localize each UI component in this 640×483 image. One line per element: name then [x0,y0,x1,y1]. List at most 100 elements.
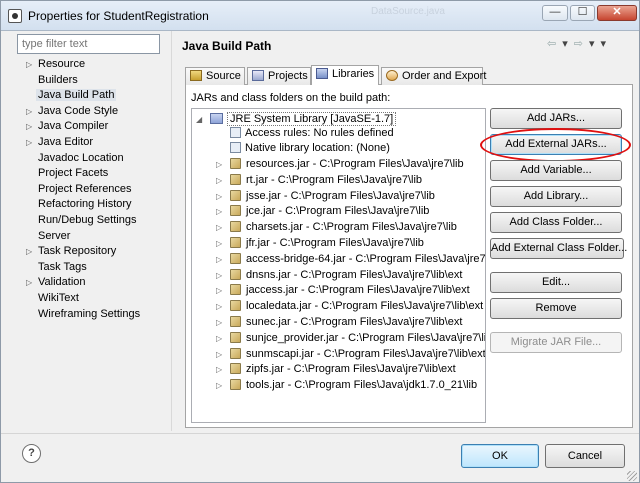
add-variable-button[interactable]: Add Variable... [490,160,622,181]
nav-item-run-debug-settings[interactable]: Run/Debug Settings [38,213,136,228]
jar-icon [230,284,241,296]
jar-entry-label: sunec.jar - C:\Program Files\Java\jre7\l… [246,316,463,328]
forward-arrow-icon[interactable]: ⇨ [574,37,583,50]
jar-entry[interactable]: ▷ sunjce_provider.jar - C:\Program Files\… [216,331,485,346]
expand-arrow-icon[interactable]: ▷ [216,173,226,188]
tab-projects[interactable]: Projects [247,67,311,85]
expand-arrow-icon[interactable]: ▷ [216,268,226,283]
edit-button[interactable]: Edit... [490,272,622,293]
forward-menu-icon[interactable]: ▾ [589,37,595,50]
nav-item-label: Java Compiler [38,120,109,133]
add-external-class-folder-button[interactable]: Add External Class Folder... [490,238,627,259]
close-button[interactable]: ✕ [597,5,637,21]
nav-item-server[interactable]: Server [38,229,70,244]
nav-item-task-repository[interactable]: ▷ Task Repository [26,244,116,259]
filter-input[interactable] [17,34,160,54]
nav-item-builders[interactable]: Builders [38,73,78,88]
jar-entry[interactable]: ▷ zipfs.jar - C:\Program Files\Java\jre7\… [216,362,456,377]
native-library-node[interactable]: Native library location: (None) [230,141,390,156]
expand-arrow-icon[interactable]: ▷ [216,189,226,204]
expand-arrow-icon[interactable]: ▷ [26,119,36,134]
jre-system-library-node[interactable]: ◢ JRE System Library [JavaSE-1.7] [196,112,397,127]
properties-dialog: Properties for StudentRegistration DataS… [0,0,640,483]
add-library-button[interactable]: Add Library... [490,186,622,207]
expand-arrow-icon[interactable]: ▷ [216,283,226,298]
maximize-button[interactable]: ☐ [570,5,595,21]
remove-button[interactable]: Remove [490,298,622,319]
nav-item-task-tags[interactable]: Task Tags [38,260,87,275]
jar-entry[interactable]: ▷ jsse.jar - C:\Program Files\Java\jre7\l… [216,189,435,204]
jar-entry[interactable]: ▷ jce.jar - C:\Program Files\Java\jre7\li… [216,204,429,219]
nav-item-label: Resource [38,58,86,70]
expand-arrow-icon[interactable]: ▷ [216,252,226,267]
help-icon[interactable]: ? [22,444,41,463]
nav-item-java-build-path[interactable]: Java Build Path [36,88,117,103]
expand-arrow-icon[interactable]: ▷ [216,236,226,251]
expand-arrow-icon[interactable]: ▷ [216,362,226,377]
nav-item-java-editor[interactable]: ▷ Java Editor [26,135,94,150]
nav-item-javadoc-location[interactable]: Javadoc Location [38,151,124,166]
minimize-button[interactable]: — [542,5,568,21]
resize-grip-icon[interactable] [627,471,637,481]
jar-icon [230,316,241,327]
jar-entry[interactable]: ▷ localedata.jar - C:\Program Files\Java\… [216,299,483,314]
jar-entry[interactable]: ▷ rt.jar - C:\Program Files\Java\jre7\lib [216,173,422,188]
eclipse-app-icon [8,9,22,23]
nav-item-label: Run/Debug Settings [38,214,137,226]
nav-item-label: Java Editor [38,136,94,148]
expand-arrow-icon[interactable]: ▷ [216,378,226,393]
expand-arrow-icon[interactable]: ▷ [216,220,226,235]
jar-entry[interactable]: ▷ jaccess.jar - C:\Program Files\Java\jre… [216,283,470,298]
nav-item-java-code-style[interactable]: ▷ Java Code Style [26,104,118,119]
nav-item-wikitext[interactable]: WikiText [38,291,79,306]
nav-item-project-facets[interactable]: Project Facets [38,166,108,181]
expand-arrow-icon[interactable]: ▷ [26,275,36,290]
expand-arrow-icon[interactable]: ▷ [216,299,226,314]
jar-icon [230,189,241,201]
build-path-library-tree[interactable]: ◢ JRE System Library [JavaSE-1.7] Access … [191,108,486,423]
tab-libraries[interactable]: Libraries [311,65,379,85]
nav-item-label: WikiText [38,292,79,304]
nav-item-java-compiler[interactable]: ▷ Java Compiler [26,119,109,134]
jar-icon [230,237,241,248]
expand-arrow-icon[interactable]: ▷ [26,57,36,72]
jar-entry[interactable]: ▷ sunmscapi.jar - C:\Program Files\Java\j… [216,347,485,362]
expand-arrow-icon[interactable]: ▷ [26,244,36,259]
tab-order-export[interactable]: Order and Export [381,67,486,85]
add-class-folder-button[interactable]: Add Class Folder... [490,212,622,233]
nav-item-wireframing-settings[interactable]: Wireframing Settings [38,307,140,322]
add-external-jars-button[interactable]: Add External JARs... [490,134,622,155]
expand-arrow-icon[interactable]: ▷ [216,347,226,362]
ok-button[interactable]: OK [461,444,539,468]
jar-entry[interactable]: ▷ charsets.jar - C:\Program Files\Java\jr… [216,220,457,235]
expand-arrow-icon[interactable]: ▷ [26,135,36,150]
tab-source[interactable]: Source [185,67,245,85]
expand-arrow-icon[interactable]: ▷ [216,157,226,172]
expand-arrow-icon[interactable]: ▷ [216,315,226,330]
jar-entry-label: dnsns.jar - C:\Program Files\Java\jre7\l… [246,268,463,281]
back-menu-icon[interactable]: ▾ [562,37,568,50]
expand-arrow-icon[interactable]: ▷ [216,204,226,219]
pane-splitter[interactable] [171,31,172,431]
jar-entry[interactable]: ▷ access-bridge-64.jar - C:\Program Files… [216,252,485,267]
expand-arrow-icon[interactable]: ▷ [26,104,36,119]
jar-entry[interactable]: ▷ dnsns.jar - C:\Program Files\Java\jre7\… [216,268,463,283]
jar-entry[interactable]: ▷ jfr.jar - C:\Program Files\Java\jre7\li… [216,236,424,251]
view-menu-icon[interactable]: ▾ [601,37,607,50]
migrate-jar-button[interactable]: Migrate JAR File... [490,332,622,353]
access-rules-node[interactable]: Access rules: No rules defined [230,126,394,141]
nav-item-resource[interactable]: ▷ Resource [26,57,86,72]
jar-entry[interactable]: ▷ resources.jar - C:\Program Files\Java\j… [216,157,464,172]
add-jars-button[interactable]: Add JARs... [490,108,622,129]
nav-item-refactoring-history[interactable]: Refactoring History [38,197,132,212]
access-rules-icon [230,127,241,138]
cancel-button[interactable]: Cancel [545,444,625,468]
jar-entry[interactable]: ▷ sunec.jar - C:\Program Files\Java\jre7\… [216,315,463,330]
title-bar[interactable]: Properties for StudentRegistration DataS… [1,1,639,31]
nav-item-project-references[interactable]: Project References [38,182,132,197]
collapse-icon[interactable]: ◢ [196,112,206,127]
back-arrow-icon[interactable]: ⇦ [547,37,556,50]
jar-entry[interactable]: ▷ tools.jar - C:\Program Files\Java\jdk1.… [216,378,477,393]
expand-arrow-icon[interactable]: ▷ [216,331,226,346]
nav-item-validation[interactable]: ▷ Validation [26,275,86,290]
